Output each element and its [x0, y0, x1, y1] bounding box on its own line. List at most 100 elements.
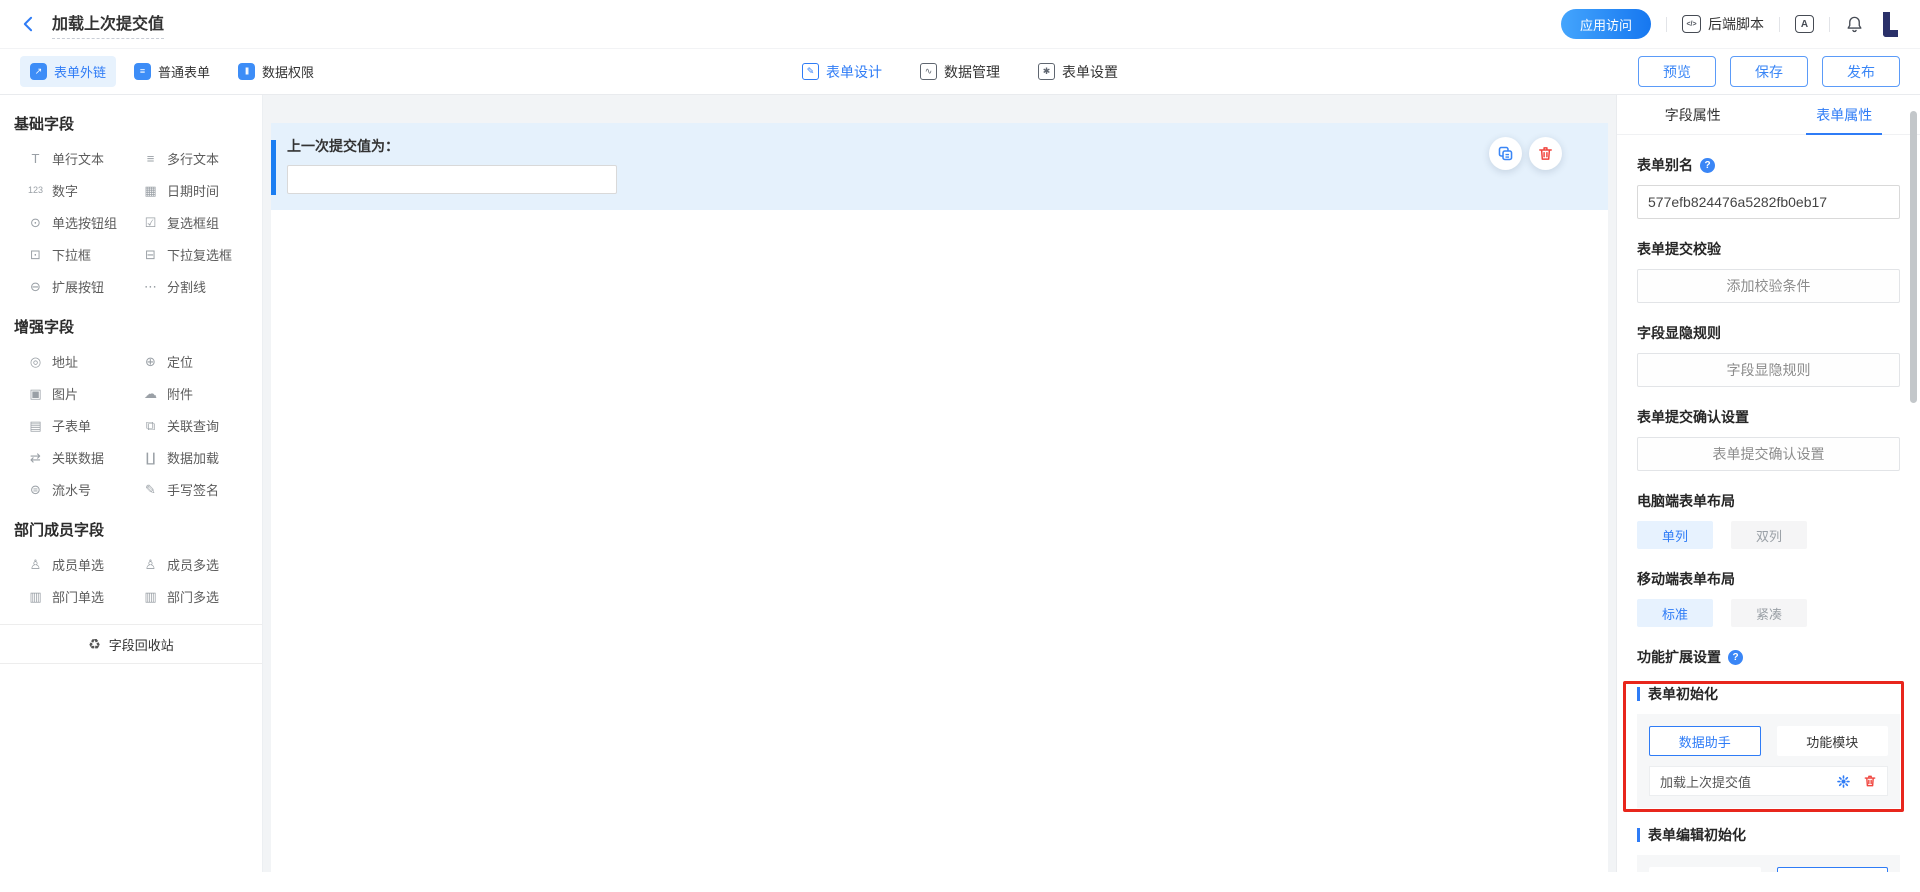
init-tab-function-module[interactable]: 功能模块 — [1777, 726, 1889, 756]
edit-init-tab-data-assistant[interactable]: 数据助手 — [1649, 867, 1761, 872]
sidebar-item[interactable]: ◎地址 — [27, 345, 142, 377]
sidebar-item[interactable]: ⋯分割线 — [142, 270, 262, 302]
submit-confirm-button[interactable]: 表单提交确认设置 — [1637, 437, 1900, 471]
sidebar-item-label: 子表单 — [52, 416, 91, 435]
publish-button[interactable]: 发布 — [1822, 56, 1900, 87]
configure-init-button[interactable] — [1836, 774, 1851, 789]
sidebar-item-label: 单选按钮组 — [52, 213, 117, 232]
app-access-button[interactable]: 应用访问 — [1561, 9, 1651, 39]
selected-form-field[interactable]: 上一次提交值为： — [271, 123, 1608, 210]
panel-scrollbar[interactable] — [1910, 111, 1917, 403]
mobile-layout-compact-option[interactable]: 紧凑 — [1731, 599, 1807, 627]
tab-normal-form[interactable]: ≡ 普通表单 — [124, 56, 220, 87]
sidebar-item[interactable]: ⊖扩展按钮 — [27, 270, 142, 302]
pc-layout-double-option[interactable]: 双列 — [1731, 521, 1807, 549]
sidebar-item[interactable]: ✎ 手写签名 — [142, 473, 262, 505]
sidebar-item[interactable]: ♙成员单选 — [27, 548, 142, 580]
sidebar-item-label: 手写签名 — [167, 480, 219, 499]
delete-field-button[interactable] — [1529, 137, 1562, 170]
sidebar-item-label: 流水号 — [52, 480, 91, 499]
pc-layout-single-option[interactable]: 单列 — [1637, 521, 1713, 549]
sidebar-item[interactable]: ▥部门多选 — [142, 580, 262, 612]
docs-button[interactable]: A — [1795, 15, 1814, 33]
submit-validation-label: 表单提交校验 — [1637, 239, 1900, 259]
delete-init-button[interactable] — [1863, 774, 1877, 788]
sidebar-item[interactable]: ⊟下拉复选框 — [142, 238, 262, 270]
tab-data-management[interactable]: ∿ 数据管理 — [920, 62, 1000, 82]
sidebar-item-label: 复选框组 — [167, 213, 219, 232]
subform-icon: ▤ — [27, 419, 44, 432]
member-single-icon: ♙ — [27, 558, 44, 571]
properties-panel: 字段属性 表单属性 表单别名 ? 表单提交校验 添加校验条件 字段显隐规则 字段… — [1616, 95, 1920, 872]
member-multi-icon: ♙ — [142, 558, 159, 571]
sidebar-item-label: 数据加载 — [167, 448, 219, 467]
sidebar-item[interactable]: ⊙单选按钮组 — [27, 206, 142, 238]
department-multi-icon: ▥ — [142, 590, 159, 603]
sidebar-item[interactable]: ▣图片 — [27, 377, 142, 409]
tab-data-permission[interactable]: ||| 数据权限 — [228, 56, 324, 87]
sidebar-item[interactable]: ⊡下拉框 — [27, 238, 142, 270]
edit-init-tab-function-module[interactable]: 功能模块 — [1777, 867, 1889, 872]
dropdown-icon: ⊡ — [27, 248, 44, 261]
sidebar-item[interactable]: ▥部门单选 — [27, 580, 142, 612]
sidebar-item[interactable]: 123数字 — [27, 174, 142, 206]
sidebar-item[interactable]: ⇄关联数据 — [27, 441, 142, 473]
sidebar-item[interactable]: ☑ 复选框组 — [142, 206, 262, 238]
sidebar-item[interactable]: ⧉ 关联查询 — [142, 409, 262, 441]
mobile-layout-label: 移动端表单布局 — [1637, 569, 1900, 589]
sidebar-item[interactable]: ☁附件 — [142, 377, 262, 409]
backend-script-button[interactable]: </> 后端脚本 — [1682, 14, 1764, 34]
sidebar-item[interactable]: ≡多行文本 — [142, 142, 262, 174]
init-tab-data-assistant[interactable]: 数据助手 — [1649, 726, 1761, 756]
signature-icon: ✎ — [142, 483, 159, 496]
tab-form-properties[interactable]: 表单属性 — [1769, 95, 1920, 134]
linked-query-icon: ⧉ — [142, 419, 159, 432]
sidebar-sections: 基础字段T单行文本≡多行文本123数字▦日期时间⊙单选按钮组☑ 复选框组 ⊡下拉框⊟… — [0, 99, 262, 612]
field-text-input[interactable] — [287, 165, 617, 194]
sidebar-section-title: 基础字段 — [0, 99, 262, 142]
sidebar-item[interactable]: ∐数据加载 — [142, 441, 262, 473]
form-alias-input[interactable] — [1637, 185, 1900, 219]
back-chevron-icon — [19, 14, 39, 34]
section-accent-bar — [1637, 687, 1640, 701]
form-design-icon: ✎ — [802, 63, 819, 80]
save-button[interactable]: 保存 — [1730, 56, 1808, 87]
sidebar-item-label: 关联查询 — [167, 416, 219, 435]
sidebar-item[interactable]: ♙ 成员多选 — [142, 548, 262, 580]
field-recycle-bin-button[interactable]: ♻ 字段回收站 — [0, 624, 262, 664]
sidebar-item[interactable]: ⊕定位 — [142, 345, 262, 377]
init-value-row[interactable]: 加载上次提交值 — [1649, 766, 1888, 796]
tab-form-external-link[interactable]: ↗ 表单外链 — [20, 56, 116, 87]
bell-icon — [1845, 15, 1864, 34]
tab-label: 表单设计 — [826, 62, 882, 82]
tab-label: 数据管理 — [944, 62, 1000, 82]
sidebar-item[interactable]: ▦日期时间 — [142, 174, 262, 206]
sidebar-item[interactable]: T单行文本 — [27, 142, 142, 174]
sidebar-item[interactable]: ▤ 子表单 — [27, 409, 142, 441]
help-icon[interactable]: ? — [1700, 158, 1715, 173]
form-edit-init-panel: 数据助手 功能模块 — [1637, 855, 1900, 872]
tab-field-properties[interactable]: 字段属性 — [1617, 95, 1769, 134]
back-button[interactable] — [16, 11, 42, 37]
tab-form-design[interactable]: ✎ 表单设计 — [802, 62, 882, 82]
notification-bell-button[interactable] — [1845, 15, 1864, 34]
help-icon[interactable]: ? — [1728, 650, 1743, 665]
checkbox-group-icon: ☑ — [142, 216, 159, 229]
mobile-layout-standard-option[interactable]: 标准 — [1637, 599, 1713, 627]
preview-button[interactable]: 预览 — [1638, 56, 1716, 87]
field-label: 上一次提交值为： — [271, 136, 1608, 156]
form-title[interactable]: 加载上次提交值 — [52, 10, 164, 39]
bar-chart-icon: ||| — [238, 63, 255, 80]
copy-field-button[interactable] — [1489, 137, 1522, 170]
tab-form-settings[interactable]: ✱ 表单设置 — [1038, 62, 1118, 82]
form-canvas[interactable]: 上一次提交值为： — [263, 95, 1616, 872]
sidebar-item-label: 成员多选 — [167, 555, 219, 574]
sidebar-item-label: 关联数据 — [52, 448, 104, 467]
copy-icon — [1497, 145, 1514, 162]
gear-icon — [1836, 774, 1851, 789]
init-value-label: 加载上次提交值 — [1660, 772, 1751, 791]
top-header: 加载上次提交值 应用访问 </> 后端脚本 A — [0, 0, 1920, 49]
sidebar-item[interactable]: ⊜流水号 — [27, 473, 142, 505]
add-validation-button[interactable]: 添加校验条件 — [1637, 269, 1900, 303]
visibility-rules-button[interactable]: 字段显隐规则 — [1637, 353, 1900, 387]
